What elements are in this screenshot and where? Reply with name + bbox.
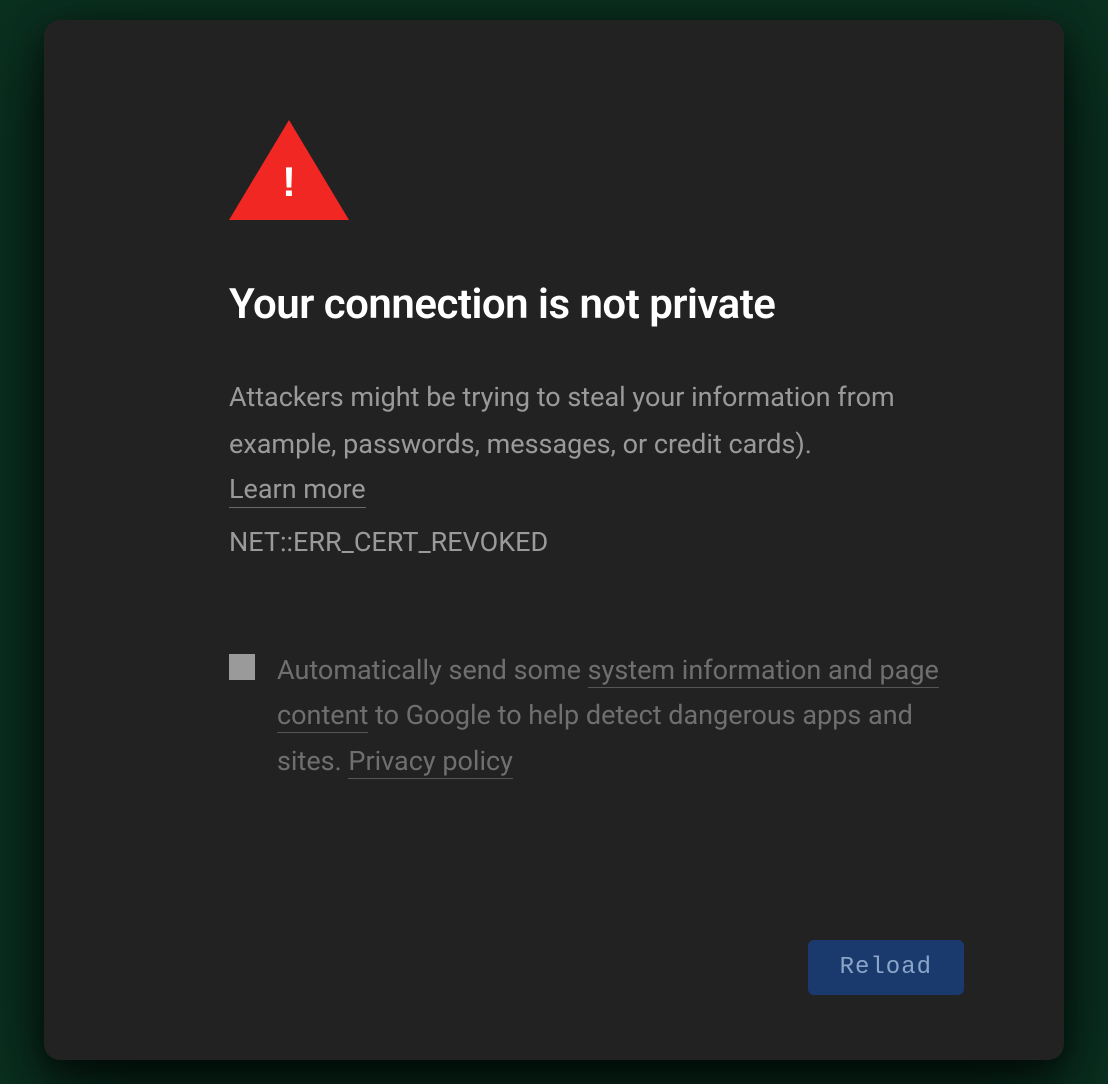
privacy-policy-link[interactable]: Privacy policy [348,745,513,779]
error-page-window: Your connection is not private Attackers… [44,20,1064,1060]
page-title: Your connection is not private [229,280,944,329]
error-code: NET::ERR_CERT_REVOKED [229,526,944,558]
error-description: Attackers might be trying to steal your … [229,374,944,469]
button-row: Reload [808,940,964,995]
auto-report-row: Automatically send some system informati… [229,648,944,786]
auto-report-label: Automatically send some system informati… [277,648,944,786]
checkbox-text-prefix: Automatically send some [277,654,588,686]
warning-triangle-icon [229,120,349,220]
learn-more-link[interactable]: Learn more [229,473,366,508]
auto-report-checkbox[interactable] [229,654,255,680]
reload-button[interactable]: Reload [808,940,964,995]
